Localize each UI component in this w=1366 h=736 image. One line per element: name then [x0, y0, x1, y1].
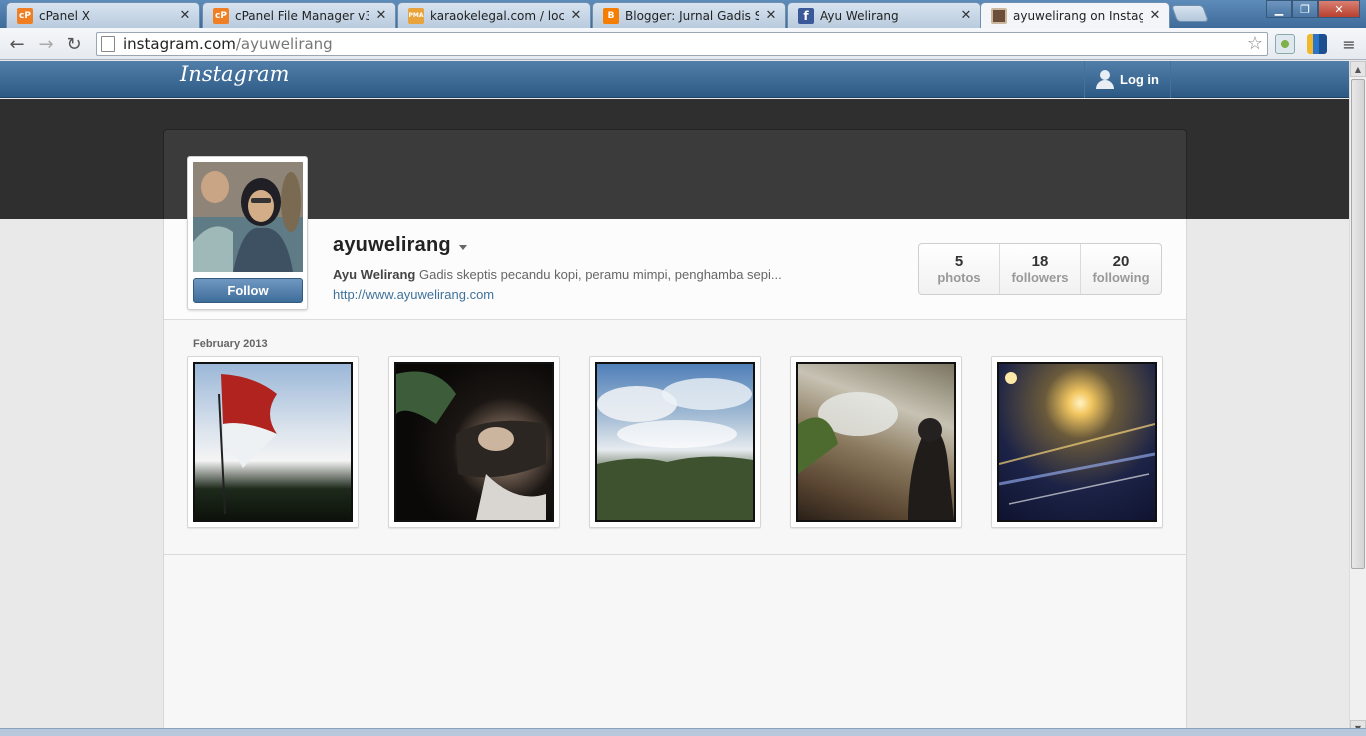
extension-chart-icon[interactable]: [1307, 34, 1327, 54]
tab-title: Ayu Welirang: [820, 8, 899, 23]
user-icon: [1096, 69, 1114, 90]
scrollbar-thumb[interactable]: [1351, 79, 1365, 569]
browser-tab-instagram[interactable]: ayuwelirang on Instagram ✕: [980, 2, 1170, 29]
stat-label: followers: [1011, 270, 1069, 285]
close-icon[interactable]: ✕: [179, 9, 191, 22]
profile-full-name: Ayu Welirang: [333, 267, 416, 282]
flag-shape: [218, 374, 277, 515]
close-icon[interactable]: ✕: [765, 9, 777, 22]
blogger-icon: B: [603, 7, 619, 24]
browser-tab-phpmyadmin[interactable]: PMA karaokelegal.com / localh ✕: [397, 2, 591, 28]
photo-thumbnail[interactable]: [187, 356, 359, 528]
username-row: ayuwelirang: [333, 234, 467, 257]
minimize-icon[interactable]: ▁: [1266, 0, 1292, 18]
instagram-header: Instagram Log in: [0, 61, 1349, 98]
photo-crater-person: [796, 362, 956, 522]
menu-icon[interactable]: ≡: [1337, 32, 1361, 56]
tab-title: karaokelegal.com / localh: [430, 8, 564, 23]
url-path: /ayuwelirang: [235, 35, 333, 53]
instagram-icon: [991, 8, 1007, 24]
browser-toolbar: ← → ↻ instagram.com/ayuwelirang ☆ ≡: [0, 28, 1366, 60]
tab-title: cPanel X: [39, 8, 91, 23]
photo-thumbnail[interactable]: [388, 356, 560, 528]
follow-button[interactable]: Follow: [193, 278, 303, 303]
stat-value: 5: [954, 253, 964, 270]
avatar[interactable]: [193, 162, 303, 272]
browser-tab-facebook[interactable]: f Ayu Welirang ✕: [787, 2, 981, 28]
instagram-logo[interactable]: Instagram: [180, 62, 289, 86]
phpmyadmin-icon: PMA: [408, 7, 424, 24]
month-label: February 2013: [193, 338, 268, 350]
reload-icon[interactable]: ↻: [62, 32, 86, 56]
browser-tab-cpanel[interactable]: cP cPanel X ✕: [6, 2, 200, 28]
profile-website-link[interactable]: http://www.ayuwelirang.com: [333, 287, 494, 302]
stat-value: 20: [1112, 253, 1130, 270]
page-scrollbar[interactable]: ▲ ▼: [1349, 61, 1366, 736]
chevron-down-icon[interactable]: [458, 244, 467, 250]
browser-tab-blogger[interactable]: B Blogger: Jurnal Gadis Skep ✕: [592, 2, 786, 28]
page-icon: [101, 36, 115, 52]
light-streaks: [999, 372, 1155, 505]
clouds-shape: [597, 378, 753, 520]
avatar-box: Follow: [187, 156, 308, 310]
photo-sky-landscape: [595, 362, 755, 522]
bookmark-star-icon[interactable]: ☆: [1247, 33, 1263, 55]
grid-divider: [163, 554, 1187, 555]
page-viewport: Instagram Log in Follow ayuwelirang Ayu …: [0, 61, 1349, 736]
stat-label: following: [1092, 270, 1150, 285]
os-taskbar: [0, 728, 1366, 736]
cpanel-icon: cP: [213, 7, 229, 24]
guitar-shape: [396, 371, 546, 520]
window-controls: ▁ ❐ ✕: [1266, 0, 1360, 18]
login-button[interactable]: Log in: [1084, 61, 1171, 98]
profile-bio: Ayu Welirang Gadis skeptis pecandu kopi,…: [333, 267, 782, 282]
url-host: instagram.com: [123, 35, 236, 53]
cpanel-icon: cP: [17, 7, 33, 24]
close-icon[interactable]: ✕: [375, 9, 387, 22]
stat-following[interactable]: 20 following: [1081, 244, 1161, 294]
window-close-icon[interactable]: ✕: [1318, 0, 1360, 18]
photo-night-street-lights: [997, 362, 1157, 522]
photo-thumbnail[interactable]: [589, 356, 761, 528]
photo-flag-above-clouds: [193, 362, 353, 522]
photo-guitar-player: [394, 362, 554, 522]
new-tab-button[interactable]: [1170, 5, 1210, 22]
extension-eye-icon[interactable]: [1275, 34, 1295, 54]
back-arrow-icon[interactable]: ←: [5, 32, 29, 56]
profile-bio-text: Gadis skeptis pecandu kopi, peramu mimpi…: [418, 267, 782, 282]
login-label: Log in: [1120, 72, 1159, 87]
forward-arrow-icon[interactable]: →: [34, 32, 58, 56]
photo-thumbnail[interactable]: [991, 356, 1163, 528]
stat-photos[interactable]: 5 photos: [919, 244, 1000, 294]
avatar-portrait: [193, 162, 303, 272]
tab-title: cPanel File Manager v3: [235, 8, 369, 23]
crater-shape: [798, 392, 954, 520]
close-icon[interactable]: ✕: [1149, 9, 1161, 22]
browser-tab-file-manager[interactable]: cP cPanel File Manager v3 ✕: [202, 2, 396, 28]
profile-cover: [163, 129, 1187, 219]
profile-stats: 5 photos 18 followers 20 following: [918, 243, 1162, 295]
stat-label: photos: [937, 270, 981, 285]
tab-title: ayuwelirang on Instagram: [1013, 9, 1143, 23]
tab-title: Blogger: Jurnal Gadis Skep: [625, 8, 759, 23]
facebook-icon: f: [798, 7, 814, 24]
scroll-up-icon[interactable]: ▲: [1350, 61, 1366, 77]
photo-thumbnail[interactable]: [790, 356, 962, 528]
restore-icon[interactable]: ❐: [1292, 0, 1318, 18]
profile-username: ayuwelirang: [333, 234, 451, 256]
address-bar[interactable]: instagram.com/ayuwelirang ☆: [96, 32, 1268, 56]
stat-value: 18: [1031, 253, 1049, 270]
close-icon[interactable]: ✕: [960, 9, 972, 22]
close-icon[interactable]: ✕: [570, 9, 582, 22]
browser-tabstrip: cP cPanel X ✕ cP cPanel File Manager v3 …: [0, 0, 1366, 29]
stat-followers[interactable]: 18 followers: [1000, 244, 1081, 294]
